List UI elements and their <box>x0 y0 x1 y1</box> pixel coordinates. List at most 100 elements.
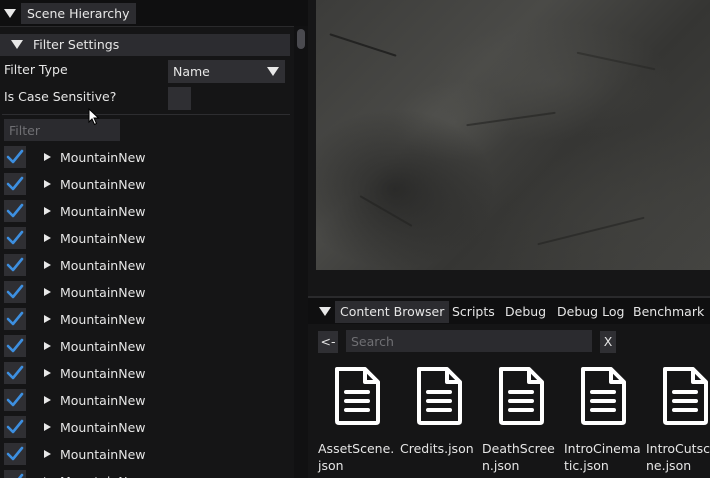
tab-scene-hierarchy[interactable]: Scene Hierarchy <box>21 3 136 24</box>
scene-hierarchy-panel: Scene Hierarchy Filter Settings Filter T… <box>0 0 308 478</box>
file-item[interactable]: IntroCutscene.json <box>646 366 710 478</box>
scrollbar-thumb[interactable] <box>297 29 305 49</box>
file-item[interactable]: Credits.json <box>400 366 482 478</box>
collapse-arrow-icon[interactable] <box>319 307 331 316</box>
hierarchy-item-label: MountainNew <box>60 312 146 327</box>
expand-arrow-icon[interactable] <box>44 234 51 242</box>
checkmark-icon <box>6 257 24 272</box>
tab-scripts[interactable]: Scripts <box>447 301 500 323</box>
expand-arrow-icon[interactable] <box>44 261 51 269</box>
file-name-label: AssetScene.json <box>318 441 395 473</box>
hierarchy-item-label: MountainNew <box>60 393 146 408</box>
expand-arrow-icon[interactable] <box>44 207 51 215</box>
hierarchy-item[interactable]: MountainNew <box>0 360 292 387</box>
file-item[interactable]: AssetScene.json <box>318 366 400 478</box>
hierarchy-item[interactable]: MountainNew <box>0 468 292 478</box>
visibility-checkbox[interactable] <box>4 335 26 357</box>
visibility-checkbox[interactable] <box>4 200 26 222</box>
hierarchy-item-label: MountainNew <box>60 339 146 354</box>
hierarchy-item-label: MountainNew <box>60 258 146 273</box>
expand-arrow-icon[interactable] <box>44 180 51 188</box>
filter-settings-header[interactable]: Filter Settings <box>0 34 290 56</box>
hierarchy-item[interactable]: MountainNew <box>0 333 292 360</box>
checkmark-icon <box>6 338 24 353</box>
hierarchy-item-label: MountainNew <box>60 468 146 478</box>
checkmark-icon <box>6 365 24 380</box>
file-icon <box>581 367 626 425</box>
hierarchy-item-label: MountainNew <box>60 366 146 381</box>
hierarchy-item-label: MountainNew <box>60 177 146 192</box>
file-name-label: IntroCutscene.json <box>646 441 710 473</box>
filter-type-dropdown[interactable]: Name <box>168 60 285 83</box>
visibility-checkbox[interactable] <box>4 254 26 276</box>
visibility-checkbox[interactable] <box>4 146 26 168</box>
checkmark-icon <box>17 473 24 478</box>
hierarchy-item[interactable]: MountainNew <box>0 252 292 279</box>
expand-arrow-icon[interactable] <box>44 342 51 350</box>
checkmark-icon <box>6 311 24 326</box>
expand-arrow-icon[interactable] <box>44 315 51 323</box>
tab-debug-log[interactable]: Debug Log <box>552 301 629 323</box>
visibility-checkbox[interactable] <box>4 308 26 330</box>
expand-arrow-icon[interactable] <box>44 423 51 431</box>
hierarchy-item[interactable]: MountainNew <box>0 144 292 171</box>
content-browser-panel: Content Browser Scripts Debug Debug Log … <box>308 296 710 478</box>
hierarchy-item-label: MountainNew <box>60 420 146 435</box>
tab-content-browser[interactable]: Content Browser <box>335 301 450 323</box>
filter-input[interactable] <box>4 119 120 141</box>
dropdown-arrow-icon <box>267 67 279 76</box>
bottom-tab-bar: Content Browser Scripts Debug Debug Log … <box>308 296 710 324</box>
hierarchy-item[interactable]: MountainNew <box>0 225 292 252</box>
collapse-arrow-icon[interactable] <box>4 9 16 18</box>
checkmark-icon <box>6 446 24 461</box>
hierarchy-item[interactable]: MountainNew <box>0 387 292 414</box>
visibility-checkbox[interactable] <box>4 470 26 478</box>
hierarchy-item[interactable]: MountainNew <box>0 306 292 333</box>
visibility-checkbox[interactable] <box>4 281 26 303</box>
visibility-checkbox[interactable] <box>4 173 26 195</box>
hierarchy-item-label: MountainNew <box>60 204 146 219</box>
hierarchy-item-label: MountainNew <box>60 150 146 165</box>
hierarchy-item[interactable]: MountainNew <box>0 414 292 441</box>
checkmark-icon <box>6 176 24 191</box>
hierarchy-item-label: MountainNew <box>60 231 146 246</box>
file-name-label: IntroCinematic.json <box>564 441 641 473</box>
visibility-checkbox[interactable] <box>4 227 26 249</box>
file-icon <box>663 367 708 425</box>
hierarchy-item[interactable]: MountainNew <box>0 279 292 306</box>
hierarchy-item[interactable]: MountainNew <box>0 171 292 198</box>
checkmark-icon <box>6 230 24 245</box>
expand-arrow-icon[interactable] <box>44 396 51 404</box>
expand-arrow-icon[interactable] <box>44 369 51 377</box>
file-item[interactable]: IntroCinematic.json <box>564 366 646 478</box>
clear-search-button[interactable]: X <box>600 331 616 353</box>
tab-debug[interactable]: Debug <box>500 301 551 323</box>
search-input[interactable] <box>346 330 592 352</box>
file-name-label: Credits.json <box>400 441 474 456</box>
visibility-checkbox[interactable] <box>4 389 26 411</box>
filter-type-label: Filter Type <box>4 62 68 77</box>
hierarchy-item[interactable]: MountainNew <box>0 198 292 225</box>
visibility-checkbox[interactable] <box>4 443 26 465</box>
hierarchy-item-label: MountainNew <box>60 447 146 462</box>
scrollbar[interactable] <box>294 26 308 478</box>
tab-benchmark[interactable]: Benchmark <box>628 301 709 323</box>
checkmark-icon <box>6 149 24 164</box>
scene-viewport[interactable] <box>308 0 710 296</box>
visibility-checkbox[interactable] <box>4 416 26 438</box>
case-sensitive-checkbox[interactable] <box>168 87 191 110</box>
expand-arrow-icon[interactable] <box>44 450 51 458</box>
hierarchy-item[interactable]: MountainNew <box>0 441 292 468</box>
file-name-label: DeathScreen.json <box>482 441 555 473</box>
mouse-cursor-icon <box>88 108 100 126</box>
file-icon <box>499 367 544 425</box>
back-button[interactable]: <- <box>318 331 338 353</box>
checkmark-icon <box>6 419 24 434</box>
hierarchy-item-label: MountainNew <box>60 285 146 300</box>
expand-arrow-icon[interactable] <box>44 153 51 161</box>
expand-arrow-icon[interactable] <box>44 288 51 296</box>
scene-hierarchy-titlebar: Scene Hierarchy <box>0 0 308 27</box>
visibility-checkbox[interactable] <box>4 362 26 384</box>
file-item[interactable]: DeathScreen.json <box>482 366 564 478</box>
file-icon <box>417 367 462 425</box>
